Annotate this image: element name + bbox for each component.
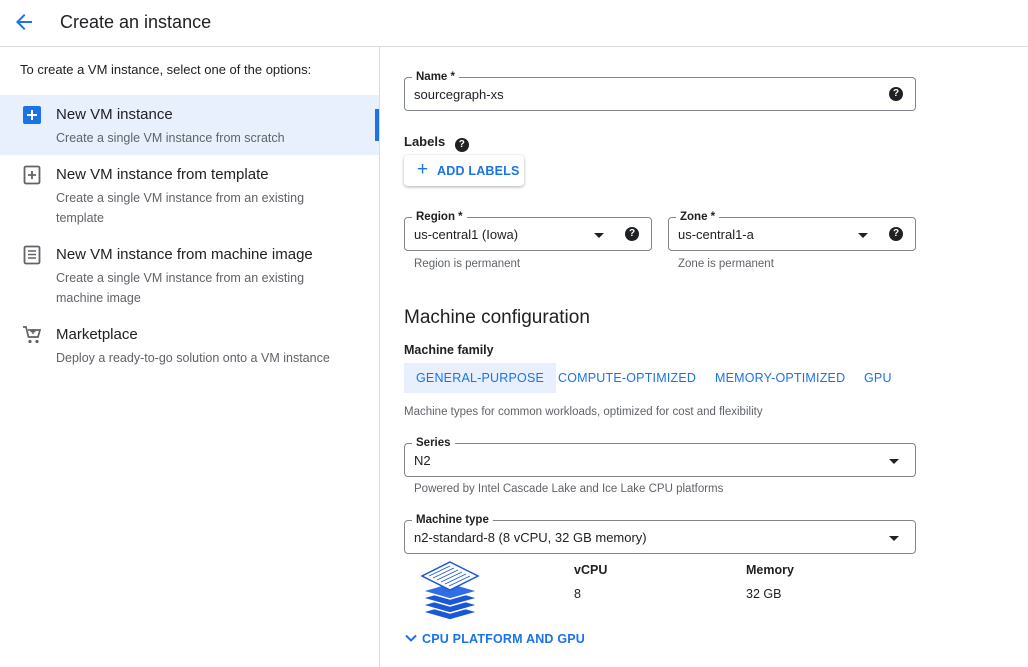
machine-type-label: Machine type <box>412 513 493 527</box>
back-arrow-icon[interactable] <box>12 10 36 34</box>
dropdown-arrow-icon[interactable] <box>858 233 868 238</box>
option-new-vm-instance[interactable]: New VM instance Create a single VM insta… <box>0 95 379 155</box>
series-hint: Powered by Intel Cascade Lake and Ice La… <box>414 483 724 495</box>
region-value: us-central1 (Iowa) <box>414 227 519 242</box>
labels-title: Labels ? <box>404 134 469 152</box>
zone-label: Zone * <box>676 210 720 224</box>
zone-select[interactable]: Zone * us-central1-a ? <box>668 210 916 251</box>
machine-family-label: Machine family <box>404 343 494 357</box>
option-new-vm-from-machine-image[interactable]: New VM instance from machine image Creat… <box>0 235 379 315</box>
cart-icon <box>23 326 42 344</box>
template-icon <box>23 165 41 185</box>
zone-hint: Zone is permanent <box>678 258 774 270</box>
help-icon[interactable]: ? <box>454 138 469 152</box>
region-select[interactable]: Region * us-central1 (Iowa) ? <box>404 210 652 251</box>
option-title: New VM instance from template <box>56 166 269 183</box>
option-marketplace[interactable]: Marketplace Deploy a ready-to-go solutio… <box>0 315 379 375</box>
option-new-vm-from-template[interactable]: New VM instance from template Create a s… <box>0 155 379 235</box>
plus-icon: + <box>417 159 429 180</box>
machine-stack-icon <box>420 561 480 621</box>
tab-general-purpose[interactable]: GENERAL-PURPOSE <box>404 363 557 393</box>
add-box-icon <box>23 106 41 124</box>
option-desc: Deploy a ready-to-go solution onto a VM … <box>56 351 330 365</box>
page-header: Create an instance <box>0 0 1028 47</box>
memory-value: 32 GB <box>746 587 782 601</box>
option-desc: Create a single VM instance from an exis… <box>56 271 305 305</box>
vcpu-label: vCPU <box>574 563 608 577</box>
region-label: Region * <box>412 210 467 224</box>
name-label: Name * <box>412 70 459 84</box>
help-icon[interactable]: ? <box>889 227 903 241</box>
page-title: Create an instance <box>60 12 212 32</box>
machine-type-select[interactable]: Machine type n2-standard-8 (8 vCPU, 32 G… <box>404 513 916 554</box>
machine-family-desc: Machine types for common workloads, opti… <box>404 406 763 418</box>
dropdown-arrow-icon[interactable] <box>594 233 604 238</box>
help-icon[interactable]: ? <box>889 87 903 101</box>
dropdown-arrow-icon[interactable] <box>889 459 899 464</box>
dropdown-arrow-icon[interactable] <box>889 536 899 541</box>
machine-type-value: n2-standard-8 (8 vCPU, 32 GB memory) <box>414 530 647 545</box>
help-icon[interactable]: ? <box>625 227 639 241</box>
tab-gpu[interactable]: GPU <box>864 363 892 393</box>
tab-compute-optimized[interactable]: COMPUTE-OPTIMIZED <box>558 363 696 393</box>
option-title: New VM instance <box>56 106 173 123</box>
option-desc: Create a single VM instance from scratch <box>56 131 285 145</box>
name-value[interactable]: sourcegraph-xs <box>414 87 504 102</box>
add-labels-button[interactable]: + ADD LABELS <box>404 155 524 186</box>
option-title: New VM instance from machine image <box>56 246 313 263</box>
series-label: Series <box>412 436 455 450</box>
tab-memory-optimized[interactable]: MEMORY-OPTIMIZED <box>715 363 845 393</box>
options-intro: To create a VM instance, select one of t… <box>20 62 312 77</box>
selected-indicator <box>375 109 379 141</box>
cpu-platform-gpu-toggle[interactable]: CPU PLATFORM AND GPU <box>404 631 585 646</box>
series-value: N2 <box>414 453 431 468</box>
zone-value: us-central1-a <box>678 227 754 242</box>
memory-label: Memory <box>746 563 794 577</box>
name-field[interactable]: Name * sourcegraph-xs ? <box>404 70 916 111</box>
option-title: Marketplace <box>56 326 138 343</box>
machine-image-icon <box>23 245 41 265</box>
option-desc: Create a single VM instance from an exis… <box>56 191 305 225</box>
region-hint: Region is permanent <box>414 258 521 270</box>
machine-config-title: Machine configuration <box>404 307 590 328</box>
series-select[interactable]: Series N2 <box>404 436 916 477</box>
chevron-down-icon <box>405 634 417 642</box>
creation-options-panel: To create a VM instance, select one of t… <box>0 47 380 667</box>
vcpu-value: 8 <box>574 587 581 601</box>
